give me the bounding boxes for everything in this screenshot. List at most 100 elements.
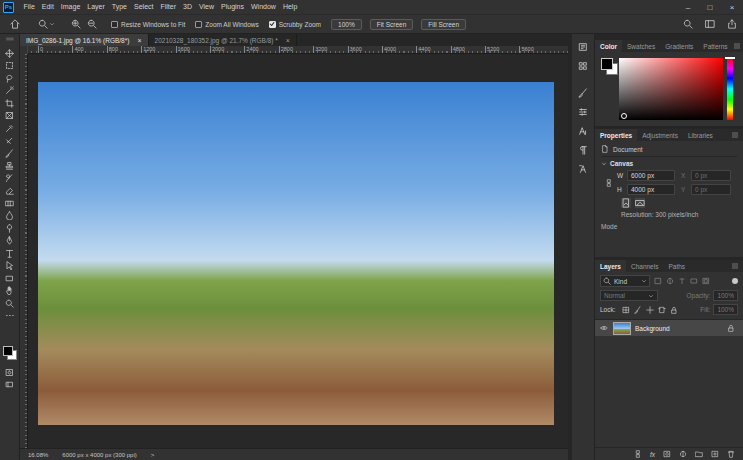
menu-item[interactable]: Type xyxy=(108,0,130,14)
horizontal-ruler[interactable]: 0400800120016002000240028003200360040004… xyxy=(28,46,568,54)
tool-button[interactable] xyxy=(0,379,20,392)
tool-button[interactable] xyxy=(0,97,20,110)
tool-button[interactable] xyxy=(0,110,20,123)
panel-tab[interactable]: Channels xyxy=(626,260,663,272)
smart-filter-icon[interactable] xyxy=(702,277,710,285)
option-button[interactable]: Fill Screen xyxy=(421,19,466,30)
search-icon[interactable] xyxy=(683,19,693,29)
tool-button[interactable] xyxy=(0,247,20,260)
menu-item[interactable]: Plugins xyxy=(218,0,248,14)
close-tab-button[interactable]: × xyxy=(137,37,141,44)
panel-tab[interactable]: Libraries xyxy=(683,129,718,141)
character-icon[interactable] xyxy=(578,126,588,136)
app-logo[interactable]: Ps xyxy=(3,2,14,13)
menu-item[interactable]: Edit xyxy=(38,0,57,14)
tool-button[interactable] xyxy=(0,260,20,273)
tool-button[interactable] xyxy=(0,272,20,285)
tool-button[interactable] xyxy=(0,235,20,248)
panel-menu-icon[interactable] xyxy=(731,131,739,139)
grip-icon[interactable] xyxy=(5,37,15,41)
menu-item[interactable]: Layer xyxy=(84,0,109,14)
lock-move-icon[interactable] xyxy=(646,306,654,314)
zoom-tool-icon[interactable] xyxy=(38,19,48,29)
trash-icon[interactable] xyxy=(727,450,735,458)
tool-button[interactable] xyxy=(0,47,20,60)
option-checkbox[interactable]: Resize Windows to Fit xyxy=(111,21,185,28)
link-layers-icon[interactable] xyxy=(634,450,642,458)
window-control-button[interactable]: □ xyxy=(699,3,721,12)
menu-item[interactable]: Filter xyxy=(157,0,180,14)
option-checkbox[interactable]: Zoom All Windows xyxy=(195,21,258,28)
option-button[interactable]: Fit Screen xyxy=(370,19,414,30)
document-tab[interactable]: 20210328_180352.jpg @ 21.7% (RGB/8) *× xyxy=(149,34,297,46)
option-button[interactable]: 100% xyxy=(331,19,362,30)
panel-tab[interactable]: Gradients xyxy=(660,40,698,52)
pixel-filter-icon[interactable] xyxy=(654,277,662,285)
tool-button[interactable] xyxy=(0,160,20,173)
panel-tab[interactable]: Patterns xyxy=(698,40,732,52)
eye-icon[interactable] xyxy=(600,324,608,332)
link-icon[interactable] xyxy=(605,177,613,189)
portrait-icon[interactable] xyxy=(621,198,631,208)
filter-toggle[interactable] xyxy=(732,278,738,284)
tool-button[interactable] xyxy=(0,297,20,310)
canvas-area[interactable] xyxy=(28,54,568,448)
menu-item[interactable]: View xyxy=(196,0,218,14)
tool-button[interactable] xyxy=(0,197,20,210)
menu-item[interactable]: 3D xyxy=(180,0,196,14)
tool-button[interactable] xyxy=(0,135,20,148)
field-input[interactable]: 4000 px xyxy=(627,184,675,195)
tool-button[interactable] xyxy=(0,285,20,298)
canvas-section-header[interactable]: Canvas xyxy=(601,160,737,167)
foreground-color[interactable] xyxy=(3,346,13,356)
close-tab-button[interactable]: × xyxy=(286,37,290,44)
zoom-level[interactable]: 16.08% xyxy=(28,452,48,458)
adjust-icon[interactable] xyxy=(578,107,588,117)
tool-button[interactable] xyxy=(0,310,20,323)
lock-paint-icon[interactable] xyxy=(634,306,642,314)
color-field[interactable] xyxy=(619,58,723,120)
new-layer-icon[interactable] xyxy=(711,450,719,458)
share-icon[interactable] xyxy=(727,19,737,29)
menu-item[interactable]: Window xyxy=(248,0,280,14)
group-icon[interactable] xyxy=(695,450,703,458)
canvas-field[interactable]: W6000 px xyxy=(617,170,675,181)
swatches-icon[interactable] xyxy=(578,61,588,71)
document-tab[interactable]: IMG_0286-1.jpg @ 16.1% (RGB/8*)× xyxy=(20,34,149,46)
panel-tab[interactable]: Properties xyxy=(595,129,637,141)
zoom-in-icon[interactable] xyxy=(71,19,81,29)
mask-icon[interactable] xyxy=(663,450,671,458)
zoom-out-icon[interactable] xyxy=(87,19,97,29)
type-filter-icon[interactable] xyxy=(678,277,686,285)
checkbox-box[interactable] xyxy=(195,21,202,28)
adjust-filter-icon[interactable] xyxy=(666,277,674,285)
canvas-field[interactable]: X0 px xyxy=(681,170,731,181)
tool-button[interactable] xyxy=(0,122,20,135)
layer-row[interactable]: Background xyxy=(595,320,743,336)
tool-button[interactable] xyxy=(0,72,20,85)
document-photo[interactable] xyxy=(38,82,554,425)
menu-item[interactable]: Select xyxy=(131,0,157,14)
history-icon[interactable] xyxy=(578,42,588,52)
panel-menu-icon[interactable] xyxy=(733,42,741,50)
canvas-field[interactable]: H4000 px xyxy=(617,184,675,195)
hue-marker[interactable] xyxy=(725,57,735,59)
lock-pixels-icon[interactable] xyxy=(622,306,630,314)
option-checkbox[interactable]: Scrubby Zoom xyxy=(269,21,321,28)
window-control-button[interactable]: × xyxy=(721,3,743,12)
canvas-field[interactable]: Y0 px xyxy=(681,184,731,195)
brushes-icon[interactable] xyxy=(578,88,588,98)
color-swatches[interactable] xyxy=(3,346,17,360)
paragraph-icon[interactable] xyxy=(578,145,588,155)
panel-tab[interactable]: Paths xyxy=(663,260,690,272)
lock-icon[interactable] xyxy=(727,324,735,332)
lock-all-icon[interactable] xyxy=(670,306,678,314)
panel-tab[interactable]: Swatches xyxy=(622,40,660,52)
picker-marker[interactable] xyxy=(621,113,627,119)
glyphs-icon[interactable] xyxy=(578,164,588,174)
window-control-button[interactable]: – xyxy=(677,3,699,12)
dropdown-icon[interactable] xyxy=(49,21,55,27)
opacity-field[interactable]: 100% xyxy=(713,290,738,301)
shape-filter-icon[interactable] xyxy=(690,277,698,285)
fill-field[interactable]: 100% xyxy=(713,304,738,315)
